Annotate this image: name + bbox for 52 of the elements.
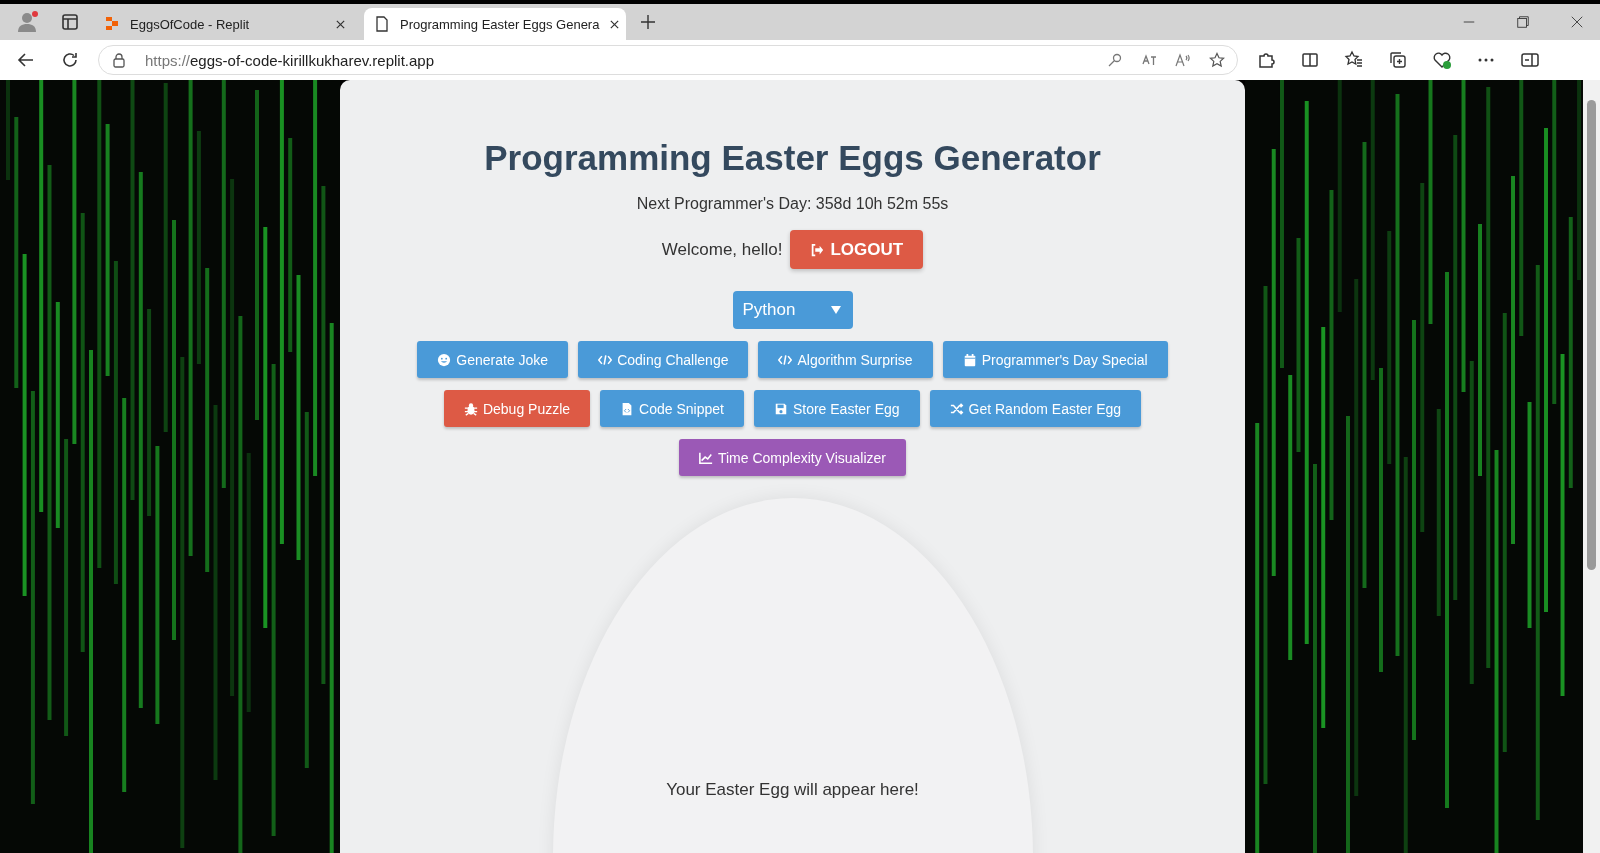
logout-button[interactable]: LOGOUT [790, 230, 924, 269]
key-icon[interactable] [1107, 52, 1123, 68]
caret-icon [830, 306, 841, 314]
scrollbar[interactable] [1583, 80, 1600, 853]
action-button[interactable]: Code Snippet [600, 390, 744, 427]
action-button[interactable]: Store Easter Egg [753, 390, 920, 427]
action-button[interactable]: Coding Challenge [578, 341, 749, 378]
sign-out-icon [810, 242, 825, 257]
action-button[interactable]: Programmer's Day Special [942, 341, 1168, 378]
action-button[interactable]: Algorithm Surprise [758, 341, 933, 378]
sidebar-icon[interactable] [1520, 50, 1540, 70]
action-button[interactable]: Generate Joke [417, 341, 569, 378]
tab-title: Programming Easter Eggs Genera [400, 16, 600, 32]
replit-icon [104, 16, 120, 32]
reload-icon[interactable] [60, 50, 80, 70]
page-title: Programming Easter Eggs Generator [484, 138, 1101, 178]
close-window-icon[interactable] [1570, 15, 1584, 29]
page-icon [374, 16, 390, 32]
split-screen-icon[interactable] [1300, 50, 1320, 70]
code-icon [598, 352, 613, 367]
read-aloud-icon[interactable] [1175, 52, 1191, 68]
star-icon[interactable] [1209, 52, 1225, 68]
collections-icon[interactable] [1388, 50, 1408, 70]
new-tab-icon[interactable] [640, 14, 656, 30]
close-icon[interactable] [335, 18, 346, 30]
browser-tab[interactable]: Programming Easter Eggs Genera [364, 8, 626, 40]
profile-icon[interactable] [16, 10, 40, 34]
puzzle-icon[interactable] [1256, 50, 1276, 70]
browser-tab[interactable]: EggsOfCode - Replit [94, 8, 356, 40]
code-icon [778, 352, 793, 367]
restore-icon[interactable] [1516, 15, 1530, 29]
egg-placeholder-text: Your Easter Egg will appear here! [666, 780, 919, 800]
calendar-icon [962, 352, 977, 367]
favorites-icon[interactable] [1344, 50, 1364, 70]
tab-title: EggsOfCode - Replit [130, 16, 251, 32]
line-chart-icon [698, 450, 713, 465]
language-select[interactable]: Python [732, 291, 853, 329]
welcome-text: Welcome, hello! [661, 239, 783, 260]
close-icon[interactable] [609, 18, 621, 30]
shuffle-icon [949, 401, 964, 416]
countdown-text: Next Programmer's Day: 358d 10h 52m 55s [636, 195, 949, 213]
action-button[interactable]: Debug Puzzle [443, 390, 591, 427]
health-icon[interactable] [1432, 50, 1452, 70]
bug-icon [463, 401, 478, 416]
action-button[interactable]: Get Random Easter Egg [929, 390, 1142, 427]
url-text: https://eggs-of-code-kirillkukharev.replit.app [145, 51, 435, 69]
translate-icon[interactable] [1141, 52, 1157, 68]
action-button[interactable]: Time Complexity Visualizer [678, 439, 907, 476]
lock-icon [111, 52, 127, 68]
smiley-icon [437, 352, 452, 367]
scrollbar-thumb[interactable] [1587, 100, 1596, 570]
tab-actions-icon[interactable] [60, 12, 80, 32]
